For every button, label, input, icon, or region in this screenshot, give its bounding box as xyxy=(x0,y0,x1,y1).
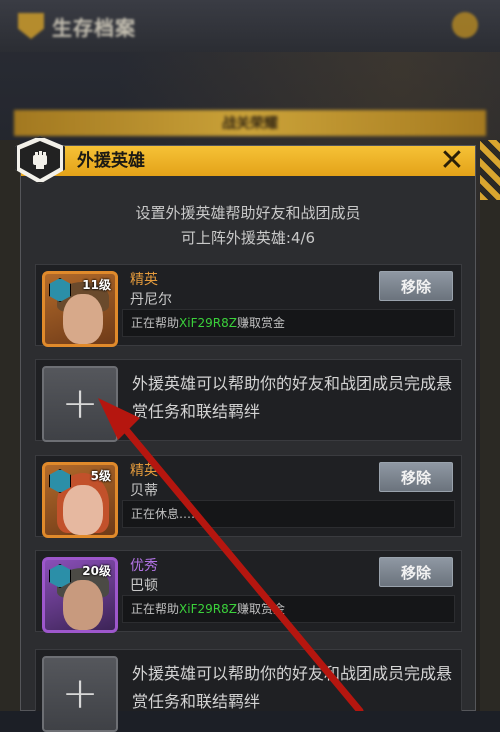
hero-name: 贝蒂 xyxy=(130,483,158,499)
status-code: XiF29R8Z xyxy=(179,602,237,616)
hero-status: 正在帮助XiF29R8Z赚取赏金 xyxy=(122,309,455,337)
remove-button[interactable]: 移除 xyxy=(379,271,453,301)
emblem-icon xyxy=(18,13,44,39)
close-button[interactable]: ✕ xyxy=(435,146,469,176)
hero-portrait[interactable]: 5级 xyxy=(42,462,118,538)
status-code: XiF29R8Z xyxy=(179,316,237,330)
hero-grade: 精英 xyxy=(130,272,158,288)
add-hero-button[interactable]: + xyxy=(42,366,118,442)
hero-name: 丹尼尔 xyxy=(130,292,172,308)
hero-name: 巴顿 xyxy=(130,578,158,594)
background-banner: 战关荣耀 xyxy=(14,110,486,136)
info-icon xyxy=(452,12,478,38)
plus-icon: + xyxy=(61,378,99,429)
hero-level: 20级 xyxy=(82,564,111,578)
hero-slot: 11级 精英 丹尼尔 移除 正在帮助XiF29R8Z赚取赏金 xyxy=(35,264,462,347)
hero-level: 5级 xyxy=(90,469,111,483)
hero-level: 11级 xyxy=(82,278,111,292)
hero-status: 正在帮助XiF29R8Z赚取赏金 xyxy=(122,595,455,623)
remove-button[interactable]: 移除 xyxy=(379,462,453,492)
dialog-title: 外援英雄 xyxy=(77,151,145,171)
hero-status: 正在休息…… xyxy=(122,500,455,528)
remove-button[interactable]: 移除 xyxy=(379,557,453,587)
background-title: 生存档案 xyxy=(18,10,136,42)
support-hero-dialog: 外援英雄 ✕ 设置外援英雄帮助好友和战团成员 可上阵外援英雄:4/6 11级 精… xyxy=(15,136,476,732)
plus-icon: + xyxy=(61,668,99,719)
hero-portrait[interactable]: 20级 xyxy=(42,557,118,633)
intro-text: 设置外援英雄帮助好友和战团成员 xyxy=(135,204,361,222)
add-hero-button[interactable]: + xyxy=(42,656,118,732)
empty-slot-text: 外援英雄可以帮助你的好友和战团成员完成悬赏任务和联结羁绊 xyxy=(132,374,453,421)
hero-grade: 优秀 xyxy=(130,558,158,574)
background-title-text: 生存档案 xyxy=(52,15,136,40)
empty-slot-text: 外援英雄可以帮助你的好友和战团成员完成悬赏任务和联结羁绊 xyxy=(132,664,453,711)
hero-slot: 20级 优秀 巴顿 移除 正在帮助XiF29R8Z赚取赏金 xyxy=(35,550,462,633)
background-side-left xyxy=(0,140,20,711)
close-icon: ✕ xyxy=(439,143,465,178)
background-banner-text: 战关荣耀 xyxy=(222,116,278,132)
hero-slot: 5级 精英 贝蒂 移除 正在休息…… xyxy=(35,455,462,538)
empty-slot: + 外援英雄可以帮助你的好友和战团成员完成悬赏任务和联结羁绊 xyxy=(35,359,462,442)
background-side-right xyxy=(480,140,500,711)
hero-portrait[interactable]: 11级 xyxy=(42,271,118,347)
hero-grade: 精英 xyxy=(130,463,158,479)
empty-slot: + 外援英雄可以帮助你的好友和战团成员完成悬赏任务和联结羁绊 xyxy=(35,649,462,732)
hero-count-text: 可上阵外援英雄:4/6 xyxy=(180,229,316,247)
hazard-stripe xyxy=(480,140,500,200)
